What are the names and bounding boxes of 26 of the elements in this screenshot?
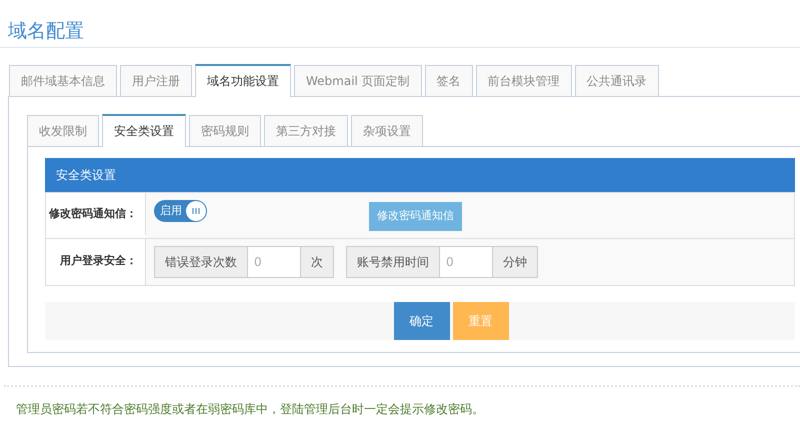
tab[interactable]: 安全类设置	[102, 114, 186, 147]
toggle-switch[interactable]: 启用	[154, 200, 207, 222]
tab[interactable]: 前台模块管理	[476, 65, 572, 96]
notice-button[interactable]: 修改密码通知信	[369, 202, 462, 230]
tab[interactable]: Webmail 页面定制	[294, 65, 422, 96]
input-prefix: 账号禁用时间	[347, 246, 440, 276]
tab[interactable]: 签名	[424, 65, 473, 96]
input-field[interactable]: 0	[440, 246, 492, 276]
grip-icon	[192, 207, 200, 215]
input-prefix: 错误登录次数	[155, 246, 248, 276]
input-suffix: 次	[300, 246, 333, 276]
tab[interactable]: 第三方对接	[264, 115, 348, 146]
tab[interactable]: 杂项设置	[351, 115, 423, 146]
tab[interactable]: 收发限制	[27, 115, 99, 146]
tab[interactable]: 公共通讯录	[574, 65, 659, 96]
input-suffix: 分钟	[492, 246, 537, 276]
tab[interactable]: 密码规则	[189, 115, 261, 146]
section-header: 安全类设置	[45, 158, 795, 192]
tab[interactable]: 邮件域基本信息	[9, 65, 117, 96]
input-field[interactable]: 0	[248, 246, 300, 276]
confirm-button[interactable]: 确定	[394, 302, 450, 340]
tab[interactable]: 域名功能设置	[195, 64, 291, 97]
tab[interactable]: 用户注册	[120, 65, 192, 96]
page-title: 域名配置	[0, 0, 800, 48]
note-text: 管理员密码若不符合密码强度或者在弱密码库中，登陆管理后台时一定会提示修改密码。	[15, 400, 485, 416]
reset-button[interactable]: 重置	[452, 302, 508, 340]
